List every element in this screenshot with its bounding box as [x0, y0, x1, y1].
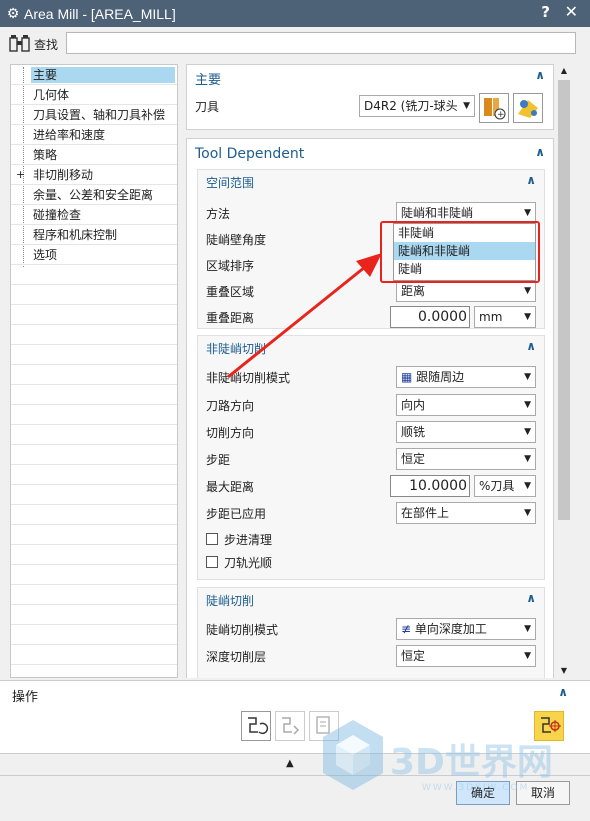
tree-item-tool-settings[interactable]: 刀具设置、轴和刀具补偿 [11, 105, 177, 125]
gear-icon[interactable]: ⚙ [2, 6, 24, 22]
collapse-icon[interactable]: ∧ [526, 591, 536, 605]
group-main-header[interactable]: 主要 ∧ [187, 65, 553, 91]
overlap-region-select[interactable]: 距离 ▼ [396, 280, 536, 302]
stepover-applied-label: 步距已应用 [206, 506, 267, 521]
replay-button[interactable] [275, 711, 305, 741]
path-direction-label: 刀路方向 [206, 398, 255, 413]
stepover-cleanup-checkbox[interactable]: 步进清理 [206, 528, 536, 550]
tree-item-options[interactable]: 选项 [11, 245, 177, 265]
svg-text:+: + [497, 110, 505, 120]
new-tool-button[interactable]: + [479, 93, 509, 123]
edit-tool-icon [518, 100, 538, 118]
max-distance-input[interactable]: 10.0000 [390, 475, 470, 497]
scroll-thumb[interactable] [558, 80, 570, 520]
watermark-url: WWW.3DSJW.COM [422, 783, 530, 793]
find-label: 查找 [34, 37, 59, 52]
chevron-down-icon: ▼ [463, 101, 470, 111]
tool-label: 刀具 [195, 99, 220, 114]
chevron-down-icon: ▼ [524, 454, 531, 464]
operations-title: 操作 [12, 690, 39, 705]
chevron-down-icon: ▼ [524, 372, 531, 382]
navigation-tree: 主要 几何体 刀具设置、轴和刀具补偿 进给率和速度 策略 + 非切削移动 余量、公… [10, 64, 178, 678]
stepover-label: 步距 [206, 452, 231, 467]
non-steep-mode-select[interactable]: ▦ 跟随周边 ▼ [396, 366, 536, 388]
annotation-box [380, 221, 540, 283]
scroll-up-icon[interactable]: ▲ [556, 64, 572, 78]
overlap-distance-input[interactable]: 0.0000 [390, 306, 470, 328]
annotation-arrow [227, 253, 382, 379]
tool-select[interactable]: D4R2 (铣刀-球头 ▼ [359, 95, 475, 117]
max-distance-label: 最大距离 [206, 479, 255, 494]
collapse-icon[interactable]: ∧ [535, 68, 545, 82]
chevron-down-icon: ▼ [524, 624, 531, 634]
tree-item-collision-check[interactable]: 碰撞检查 [11, 205, 177, 225]
path-smoothing-checkbox[interactable]: 刀轨光顺 [206, 551, 536, 573]
tree-item-stock-tolerance[interactable]: 余量、公差和安全距离 [11, 185, 177, 205]
group-main: 主要 ∧ 刀具 D4R2 (铣刀-球头 ▼ + [186, 64, 554, 130]
tree-item-non-cutting-moves[interactable]: + 非切削移动 [11, 165, 177, 185]
new-tool-icon: + [484, 98, 506, 120]
title-bar: ⚙ Area Mill - [AREA_MILL] ? ✕ [0, 0, 590, 27]
binoculars-icon [9, 35, 30, 52]
tree-item-main[interactable]: 主要 [11, 65, 177, 85]
scroll-down-icon[interactable]: ▼ [556, 664, 572, 678]
overlap-unit-select[interactable]: mm ▼ [474, 306, 536, 328]
generate-button[interactable] [241, 711, 271, 741]
generate-icon [248, 717, 269, 735]
collapse-icon[interactable]: ∧ [526, 339, 536, 353]
max-distance-unit-select[interactable]: %刀具 ▼ [474, 475, 536, 497]
close-button[interactable]: ✕ [565, 2, 578, 21]
tree-item-feeds-speeds[interactable]: 进给率和速度 [11, 125, 177, 145]
replay-icon [282, 717, 300, 735]
chevron-down-icon: ▼ [524, 312, 531, 322]
watermark-text: 3D世界网 [390, 742, 553, 783]
panel-scrollbar[interactable]: ▲ ▼ [556, 64, 572, 678]
cut-direction-select[interactable]: 顺铣 ▼ [396, 421, 536, 443]
chevron-down-icon: ▼ [524, 286, 531, 296]
depth-levels-label: 深度切削层 [206, 649, 267, 664]
group-tool-dependent-header[interactable]: Tool Dependent ∧ [187, 139, 553, 169]
stepover-select[interactable]: 恒定 ▼ [396, 448, 536, 470]
chevron-down-icon: ▼ [524, 208, 531, 218]
tree-item-geometry[interactable]: 几何体 [11, 85, 177, 105]
chevron-down-icon: ▼ [524, 651, 531, 661]
stepover-applied-select[interactable]: 在部件上 ▼ [396, 502, 536, 524]
edit-tool-button[interactable] [513, 93, 543, 123]
follow-periphery-icon: ▦ [401, 370, 417, 384]
method-label: 方法 [206, 206, 231, 221]
steep-mode-select[interactable]: ≢ 单向深度加工 ▼ [396, 618, 536, 640]
tree-item-strategy[interactable]: 策略 [11, 145, 177, 165]
subgroup-space-range-header[interactable]: 空间范围 ∧ [198, 170, 544, 194]
chevron-down-icon: ▼ [524, 400, 531, 410]
find-input[interactable] [66, 32, 576, 54]
path-direction-select[interactable]: 向内 ▼ [396, 394, 536, 416]
tree-item-program-machine[interactable]: 程序和机床控制 [11, 225, 177, 245]
find-bar: 查找 [0, 27, 590, 61]
chevron-down-icon: ▼ [524, 508, 531, 518]
steep-mode-label: 陡峭切削模式 [206, 622, 279, 637]
collapse-icon[interactable]: ∧ [526, 173, 536, 187]
cube-logo-icon [323, 720, 383, 790]
subgroup-steep-header[interactable]: 陡峭切削 ∧ [198, 588, 544, 612]
depth-levels-select[interactable]: 恒定 ▼ [396, 645, 536, 667]
zlevel-icon: ≢ [401, 622, 415, 636]
collapse-icon[interactable]: ∧ [558, 685, 568, 699]
chevron-down-icon: ▼ [524, 481, 531, 491]
subgroup-steep: 陡峭切削 ∧ 陡峭切削模式 ≢ 单向深度加工 ▼ 深度切削层 恒定 ▼ [197, 587, 545, 678]
help-button[interactable]: ? [541, 3, 550, 21]
window-title: Area Mill - [AREA_MILL] [24, 5, 176, 22]
expand-icon[interactable]: + [16, 168, 25, 181]
collapse-icon[interactable]: ∧ [535, 145, 545, 159]
watermark: 3D世界网 WWW.3DSJW.COM [318, 705, 578, 815]
cut-direction-label: 切削方向 [206, 425, 255, 440]
chevron-down-icon: ▼ [524, 427, 531, 437]
collapse-triangle-icon[interactable]: ▲ [286, 758, 294, 769]
group-tool-dependent: Tool Dependent ∧ 空间范围 ∧ 方法 陡峭和非陡峭 ▼ 陡峭壁角度… [186, 138, 554, 678]
